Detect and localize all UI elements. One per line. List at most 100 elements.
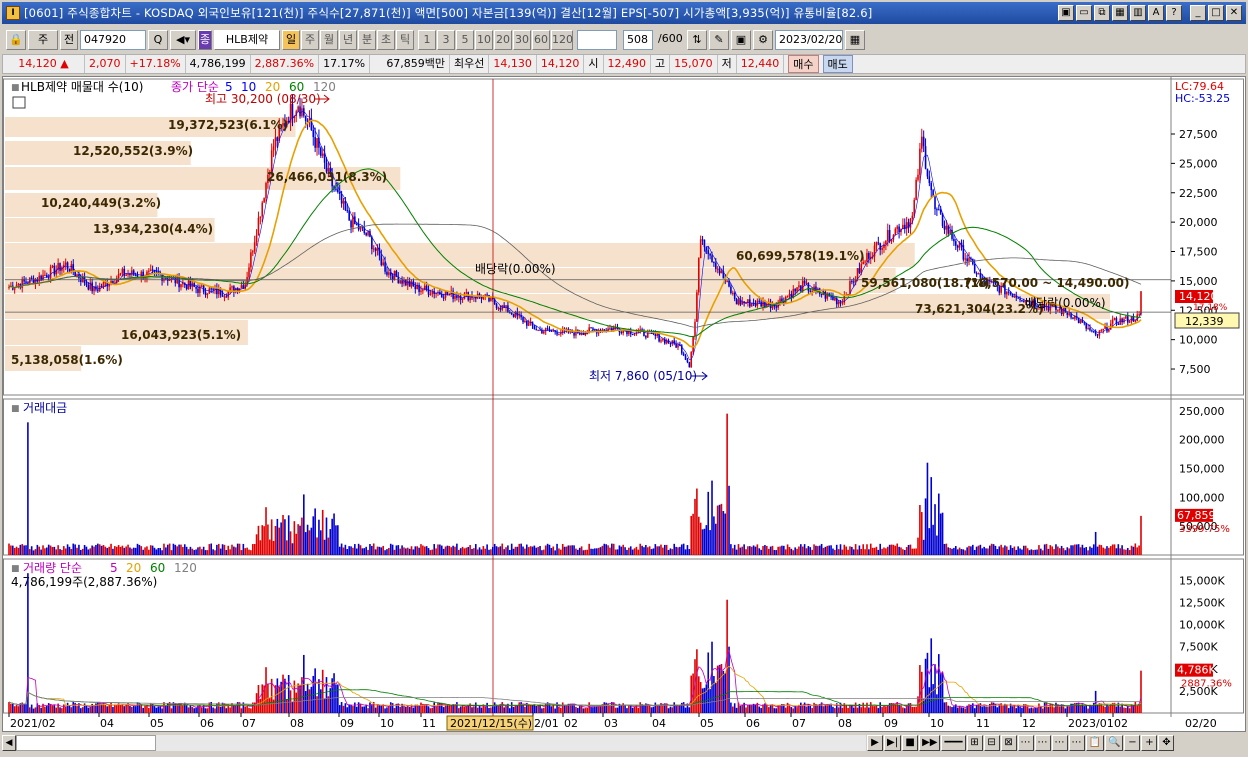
amount-bar: [21, 544, 24, 555]
restore-icon[interactable]: ⧉: [1094, 5, 1110, 21]
candle-body: [877, 242, 880, 244]
volume-bar: [405, 706, 407, 713]
stock-name-field[interactable]: HLB제약: [214, 30, 280, 50]
stop-icon[interactable]: ■: [902, 735, 919, 751]
candle-body: [720, 271, 723, 274]
zoom-in-icon[interactable]: +: [1141, 735, 1158, 751]
save-icon[interactable]: ▣: [731, 30, 751, 50]
close-icon[interactable]: ✕: [1226, 5, 1242, 21]
dots-icon-4[interactable]: ⋯: [1068, 735, 1085, 751]
amount-bar: [926, 462, 929, 555]
minimize-all-icon[interactable]: ▭: [1076, 5, 1092, 21]
candle-body: [888, 230, 891, 242]
dots-icon-1[interactable]: ⋯: [1017, 735, 1034, 751]
period-tab-6[interactable]: 틱: [396, 30, 414, 50]
help-icon[interactable]: ?: [1166, 5, 1182, 21]
settings-gear-icon[interactable]: ⚙: [753, 30, 773, 50]
maximize-icon[interactable]: □: [1208, 5, 1224, 21]
zoom-out-icon[interactable]: −: [1124, 735, 1141, 751]
volume-bar: [813, 702, 815, 713]
fast-forward-icon[interactable]: ▶▶: [919, 735, 941, 751]
amount-bar: [741, 546, 744, 555]
market-type-select[interactable]: 주: [28, 30, 58, 50]
dots-icon-3[interactable]: ⋯: [1051, 735, 1068, 751]
dots-icon-2[interactable]: ⋯: [1034, 735, 1051, 751]
zoom-slider[interactable]: ━━━: [941, 735, 966, 751]
sell-button[interactable]: 매도: [822, 55, 853, 73]
volume-bar: [550, 706, 553, 713]
window-icon[interactable]: ▣: [1058, 5, 1074, 21]
amount-bar: [57, 545, 59, 555]
volume-bar: [714, 683, 717, 713]
interval-custom-input[interactable]: [577, 30, 617, 50]
step-icon[interactable]: ▶|: [884, 735, 902, 751]
volume-bar: [898, 705, 900, 713]
amount-bar: [23, 545, 25, 555]
interval-tab-3[interactable]: 3: [437, 30, 455, 50]
grid-icon-1[interactable]: ⊞: [966, 735, 983, 751]
amount-bar: [474, 544, 477, 555]
interval-tab-60[interactable]: 60: [532, 30, 550, 50]
period-tab-3[interactable]: 년: [339, 30, 357, 50]
chart-area[interactable]: 27,500 25,000 22,500 20,000 17,500 15,000 12,5…: [2, 76, 1246, 732]
lock-icon[interactable]: ▥: [1130, 5, 1146, 21]
amount-bar: [187, 549, 190, 555]
period-tab-0[interactable]: 일: [282, 30, 300, 50]
amount-bar: [312, 516, 315, 555]
magnifier-icon[interactable]: 🔍: [1104, 735, 1124, 751]
scroll-thumb[interactable]: [16, 735, 156, 751]
copy-icon[interactable]: 📋: [1085, 735, 1104, 751]
period-tab-1[interactable]: 주: [301, 30, 319, 50]
amount-bar: [709, 530, 711, 555]
amount-bar: [682, 543, 685, 555]
candle-body: [1089, 328, 1091, 331]
bar-count-input[interactable]: 508: [623, 30, 653, 50]
move-icon[interactable]: ✥: [1158, 735, 1175, 751]
candle-body: [707, 250, 710, 254]
amount-bar: [163, 543, 165, 555]
font-icon[interactable]: A: [1148, 5, 1164, 21]
draw-tool-icon[interactable]: ✎: [709, 30, 729, 50]
period-tab-4[interactable]: 분: [358, 30, 376, 50]
chart-type-icon[interactable]: ⇅: [687, 30, 707, 50]
chart-scrollbar[interactable]: ◀ ▶ ▶| ■ ▶▶ ━━━ ⊞ ⊟ ⊠ ⋯ ⋯ ⋯ ⋯ 📋 🔍 − + ✥: [2, 733, 1246, 753]
amount-bar: [516, 546, 519, 555]
interval-tab-30[interactable]: 30: [513, 30, 531, 50]
candle-body: [864, 261, 866, 263]
volume-bar: [809, 705, 812, 713]
stock-code-input[interactable]: 047920: [80, 30, 146, 50]
candle-body: [342, 200, 345, 204]
search-icon[interactable]: Q: [148, 30, 168, 50]
chart-icon[interactable]: ▦: [1112, 5, 1128, 21]
chart-canvas[interactable]: 27,500 25,000 22,500 20,000 17,500 15,000 12,5…: [3, 77, 1245, 731]
calendar-icon[interactable]: ▦: [845, 30, 865, 50]
volume-bar: [998, 704, 1001, 713]
candle-body: [894, 228, 897, 236]
grid-icon-3[interactable]: ⊠: [1000, 735, 1017, 751]
buy-button[interactable]: 매수: [788, 55, 819, 73]
prev-button[interactable]: 전: [60, 30, 78, 50]
volume-info: 4,786,199주(2,887.36%): [11, 575, 157, 589]
title-bar[interactable]: I [0601] 주식종합차트 - KOSDAQ 외국인보유[121(천)] 주…: [2, 2, 1246, 24]
minimize-icon[interactable]: _: [1190, 5, 1206, 21]
lock-icon[interactable]: 🔒: [6, 30, 26, 50]
candle-body: [922, 136, 925, 147]
scroll-track[interactable]: [156, 735, 866, 751]
interval-tab-10[interactable]: 10: [475, 30, 493, 50]
interval-tab-120[interactable]: 120: [551, 30, 573, 50]
candle-body: [930, 183, 933, 191]
grid-icon-2[interactable]: ⊟: [983, 735, 1000, 751]
interval-tab-5[interactable]: 5: [456, 30, 474, 50]
interval-tab-20[interactable]: 20: [494, 30, 512, 50]
period-tab-5[interactable]: 초: [377, 30, 395, 50]
play-icon[interactable]: ▶: [867, 735, 883, 751]
x-axis-label: 04: [652, 717, 666, 730]
interval-tab-1[interactable]: 1: [418, 30, 436, 50]
date-input[interactable]: 2023/02/20: [775, 30, 843, 50]
period-tab-2[interactable]: 월: [320, 30, 338, 50]
sound-icon[interactable]: ◀▾: [170, 30, 196, 50]
candle-body: [794, 289, 796, 292]
candle-body: [524, 320, 526, 323]
candle-body: [486, 294, 488, 296]
scroll-left-icon[interactable]: ◀: [2, 735, 16, 751]
